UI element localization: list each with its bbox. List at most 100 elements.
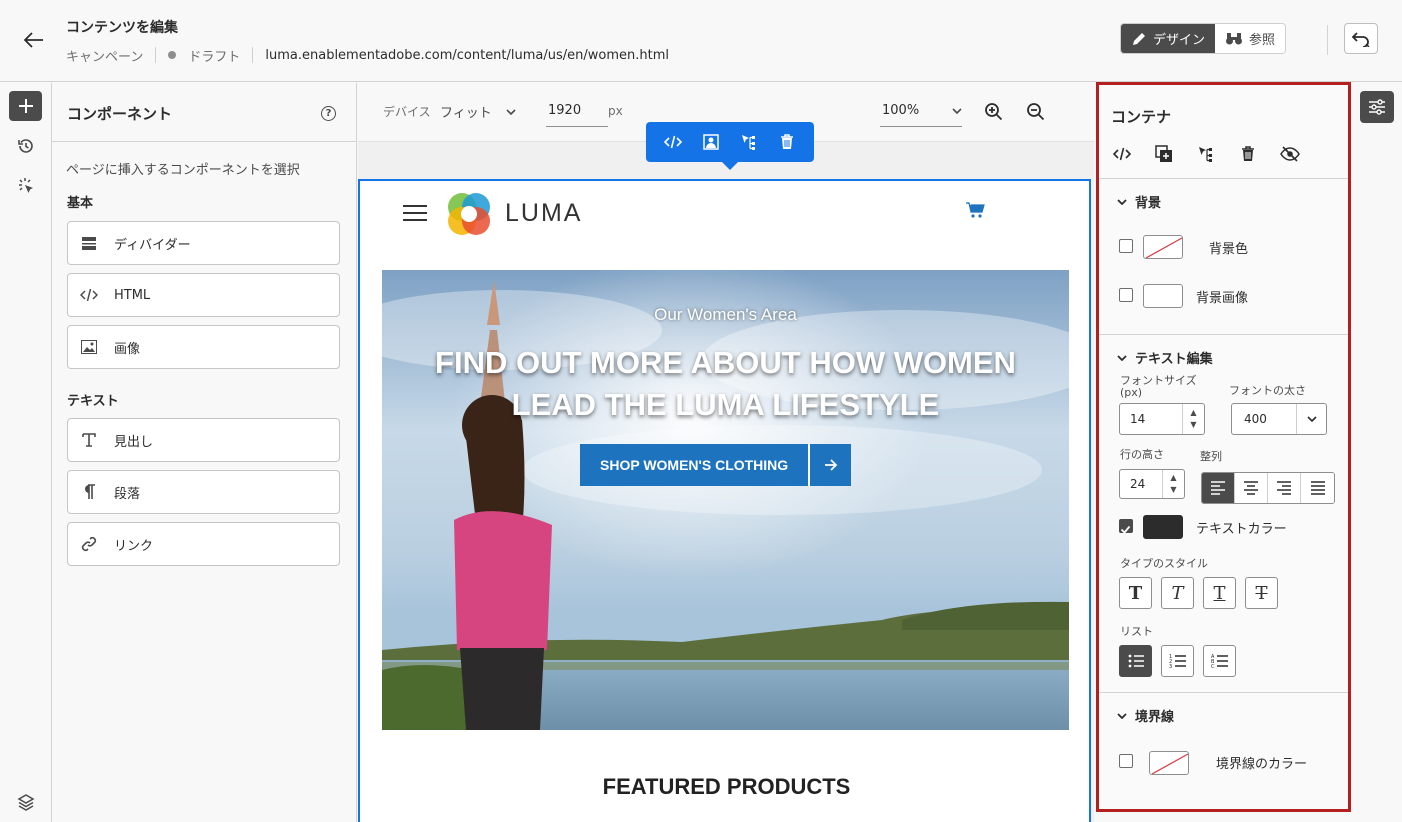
arrow-right-icon (808, 444, 852, 486)
insert-image-button[interactable] (698, 129, 724, 155)
stepper-arrows-icon[interactable]: ▲ ▼ (1182, 404, 1204, 434)
align-justify-button[interactable] (1301, 473, 1334, 503)
history-button[interactable] (9, 131, 42, 161)
width-input[interactable]: 1920 (546, 99, 608, 127)
line-height-stepper[interactable]: 24 ▲ ▼ (1119, 469, 1185, 499)
hero-title-line-1: FIND OUT MORE ABOUT HOW WOMEN (435, 345, 1016, 380)
italic-button[interactable]: T (1161, 577, 1194, 609)
edit-html-button[interactable] (660, 129, 686, 155)
web-page-preview[interactable]: LUMA Our Women's Area FIND OUT MORE ABOU… (358, 179, 1091, 822)
section-divider (1099, 692, 1348, 693)
delete-button[interactable] (1237, 143, 1259, 165)
component-paragraph[interactable]: 段落 (67, 470, 340, 514)
shop-women-label: SHOP WOMEN'S CLOTHING (580, 444, 809, 486)
device-select[interactable]: フィット (440, 102, 516, 121)
trash-icon (1242, 146, 1254, 161)
bold-button[interactable]: T (1119, 577, 1152, 609)
code-icon (663, 135, 683, 149)
component-html[interactable]: HTML (67, 273, 340, 317)
text-section-label: テキスト (67, 394, 119, 409)
edit-html-button[interactable] (1111, 143, 1133, 165)
eye-off-icon (1280, 146, 1300, 162)
delete-button[interactable] (774, 129, 800, 155)
shop-women-button[interactable]: SHOP WOMEN'S CLOTHING (580, 444, 852, 486)
properties-title: コンテナ (1111, 108, 1172, 126)
cart-button[interactable] (966, 202, 986, 222)
add-component-button[interactable] (9, 91, 42, 121)
status-dot-icon (168, 51, 177, 59)
stepper-arrows-icon[interactable]: ▲ ▼ (1162, 470, 1184, 498)
select-parent-button[interactable] (1195, 143, 1217, 165)
chevron-down-icon (1117, 712, 1127, 719)
code-icon (1112, 147, 1132, 161)
zoom-value: 100% (882, 103, 920, 118)
arrow-left-icon (24, 32, 43, 48)
align-left-button[interactable] (1202, 473, 1235, 503)
browse-mode-button[interactable]: 参照 (1215, 24, 1286, 53)
featured-products-heading: FEATURED PRODUCTS (602, 774, 851, 799)
lettered-list-button[interactable]: ABC (1203, 645, 1236, 677)
select-parent-icon (742, 135, 755, 150)
bg-color-checkbox[interactable] (1119, 239, 1133, 253)
heading-icon (80, 432, 98, 448)
chevron-down-icon (952, 108, 962, 114)
font-weight-select[interactable]: 400 (1231, 403, 1327, 435)
select-parent-button[interactable] (736, 129, 762, 155)
hide-button[interactable] (1279, 143, 1301, 165)
line-height-label: 行の高さ (1120, 448, 1164, 461)
bg-image-swatch[interactable] (1143, 284, 1183, 308)
font-weight-value: 400 (1244, 412, 1267, 426)
link-icon (80, 536, 98, 552)
logo-text: LUMA (505, 199, 583, 227)
zoom-select[interactable]: 100% (880, 99, 962, 127)
status-label: ドラフト (188, 49, 241, 65)
font-size-label: フォントサイズ (px) (1120, 374, 1197, 399)
strikethrough-button[interactable]: T (1245, 577, 1278, 609)
underline-button[interactable]: T (1203, 577, 1236, 609)
component-label: 画像 (114, 341, 141, 357)
hero-title-line-2: LEAD THE LUMA LIFESTYLE (511, 387, 940, 422)
component-divider[interactable]: ディバイダー (67, 221, 340, 265)
strikethrough-icon: T (1255, 582, 1268, 604)
bulleted-list-button[interactable] (1119, 645, 1152, 677)
align-right-button[interactable] (1268, 473, 1301, 503)
select-target-button[interactable] (9, 171, 42, 201)
back-button[interactable] (20, 26, 48, 54)
text-color-swatch[interactable] (1143, 515, 1183, 539)
undo-button[interactable] (1344, 23, 1378, 54)
text-section-toggle[interactable]: テキスト編集 (1117, 348, 1213, 367)
chevron-down-icon (1117, 354, 1127, 361)
border-color-swatch[interactable] (1149, 751, 1189, 775)
bg-color-swatch[interactable] (1143, 235, 1183, 259)
component-label: HTML (114, 287, 151, 303)
bg-image-checkbox[interactable] (1119, 288, 1133, 302)
align-center-button[interactable] (1235, 473, 1268, 503)
zoom-in-button[interactable] (984, 102, 1004, 126)
selection-toolbar (646, 122, 814, 170)
basic-section-label: 基本 (67, 196, 94, 211)
settings-panel-button[interactable] (1360, 91, 1394, 123)
border-color-checkbox[interactable] (1119, 754, 1133, 768)
duplicate-button[interactable] (1153, 143, 1175, 165)
hero-banner[interactable]: Our Women's Area FIND OUT MORE ABOUT HOW… (382, 270, 1069, 730)
help-icon[interactable]: ? (321, 106, 336, 121)
background-section-label: 背景 (1135, 196, 1162, 211)
component-image[interactable]: 画像 (67, 325, 340, 369)
border-section-label: 境界線 (1135, 710, 1175, 725)
numbered-list-button[interactable]: 123 (1161, 645, 1194, 677)
component-link[interactable]: リンク (67, 522, 340, 566)
hamburger-menu-icon[interactable] (403, 205, 427, 221)
text-color-checkbox[interactable] (1119, 519, 1133, 534)
design-mode-button[interactable]: デザイン (1121, 24, 1216, 53)
component-heading[interactable]: 見出し (67, 418, 340, 462)
zoom-out-button[interactable] (1026, 102, 1046, 126)
font-size-stepper[interactable]: 14 ▲ ▼ (1119, 403, 1205, 435)
layers-button[interactable] (9, 787, 42, 817)
component-label: リンク (114, 538, 154, 554)
chevron-down-icon (506, 108, 516, 115)
background-section-toggle[interactable]: 背景 (1117, 192, 1161, 211)
line-height-value: 24 (1130, 477, 1146, 491)
border-section-toggle[interactable]: 境界線 (1117, 706, 1174, 725)
cursor-click-icon (18, 178, 33, 193)
align-left-icon (1211, 481, 1225, 495)
